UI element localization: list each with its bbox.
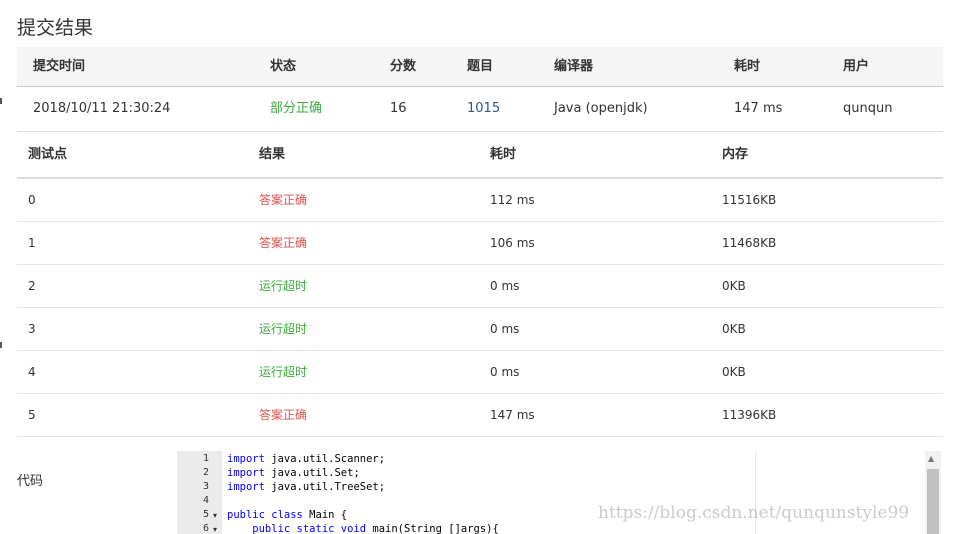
case-time: 0 ms — [490, 365, 520, 379]
case-id: 4 — [28, 365, 36, 379]
line-number: 5 — [202, 509, 209, 520]
table-row: 4 运行超时 0 ms 0KB — [17, 351, 943, 394]
case-time: 0 ms — [490, 322, 520, 336]
line-number: 4 — [202, 495, 209, 506]
case-memory: 0KB — [722, 322, 746, 336]
scroll-up-arrow-icon[interactable]: ▲ — [928, 454, 934, 463]
case-memory: 11396KB — [722, 408, 777, 422]
case-id: 3 — [28, 322, 36, 336]
problem-link[interactable]: 1015 — [467, 87, 500, 131]
code-line: public class Main { — [227, 509, 348, 521]
user-value: qunqun — [843, 101, 893, 116]
case-id: 0 — [28, 193, 36, 207]
case-memory: 0KB — [722, 365, 746, 379]
header-elapsed: 耗时 — [734, 59, 761, 74]
case-memory: 11468KB — [722, 236, 777, 250]
case-result: 运行超时 — [259, 322, 308, 336]
header-time: 耗时 — [490, 147, 517, 162]
line-number-gutter: 1 2 3 4 5 ▾ 6 ▾ — [177, 451, 222, 534]
table-row: 5 答案正确 147 ms 11396KB — [17, 394, 943, 437]
fold-arrow-icon[interactable]: ▾ — [213, 511, 217, 520]
code-line: import java.util.TreeSet; — [227, 481, 386, 493]
code-line: import java.util.Scanner; — [227, 453, 386, 465]
case-result: 答案正确 — [259, 193, 308, 207]
watermark-text: https://blog.csdn.net/qunqunstyle99 — [598, 503, 910, 523]
header-memory: 内存 — [722, 147, 749, 162]
left-edge-mark — [0, 98, 2, 104]
compiler-value: Java (openjdk) — [554, 101, 648, 116]
case-id: 5 — [28, 408, 36, 422]
table-row: 0 答案正确 112 ms 11516KB — [17, 179, 943, 222]
case-result: 运行超时 — [259, 279, 308, 293]
scroll-thumb[interactable] — [927, 469, 939, 534]
case-time: 0 ms — [490, 279, 520, 293]
elapsed-value: 147 ms — [734, 101, 783, 116]
case-result: 答案正确 — [259, 236, 308, 250]
submit-time: 2018/10/11 21:30:24 — [33, 101, 171, 116]
header-submit-time: 提交时间 — [33, 59, 86, 74]
line-number: 1 — [202, 453, 209, 464]
submission-summary-table: 提交时间 状态 分数 题目 编译器 耗时 用户 2018/10/11 21:30… — [17, 47, 943, 132]
table-row: 1 答案正确 106 ms 11468KB — [17, 222, 943, 265]
header-status: 状态 — [270, 59, 297, 74]
case-result: 运行超时 — [259, 365, 308, 379]
summary-row: 2018/10/11 21:30:24 部分正确 16 1015 Java (o… — [17, 87, 943, 131]
case-header-row: 测试点 结果 耗时 内存 — [17, 133, 943, 179]
header-problem: 题目 — [467, 59, 494, 74]
case-memory: 11516KB — [722, 193, 777, 207]
case-time: 106 ms — [490, 236, 535, 250]
header-result: 结果 — [259, 147, 286, 162]
header-score: 分数 — [390, 59, 417, 74]
status-partial: 部分正确 — [270, 101, 323, 116]
case-time: 147 ms — [490, 408, 535, 422]
case-id: 1 — [28, 236, 36, 250]
summary-header-row: 提交时间 状态 分数 题目 编译器 耗时 用户 — [17, 47, 943, 87]
page-title: 提交结果 — [17, 17, 94, 39]
case-memory: 0KB — [722, 279, 746, 293]
line-number: 2 — [202, 467, 209, 478]
code-line: import java.util.Set; — [227, 467, 360, 479]
fold-arrow-icon[interactable]: ▾ — [213, 525, 217, 534]
case-result: 答案正确 — [259, 408, 308, 422]
header-case: 测试点 — [28, 147, 68, 162]
header-compiler: 编译器 — [554, 59, 594, 74]
case-id: 2 — [28, 279, 36, 293]
line-number: 3 — [202, 481, 209, 492]
score-value: 16 — [390, 101, 407, 116]
table-row: 2 运行超时 0 ms 0KB — [17, 265, 943, 308]
code-line: public static void main(String []args){ — [227, 523, 499, 534]
code-label: 代码 — [17, 474, 44, 489]
left-edge-mark — [0, 342, 2, 348]
editor-scrollbar[interactable]: ▲ — [925, 451, 941, 534]
header-user: 用户 — [843, 59, 870, 74]
test-case-table: 测试点 结果 耗时 内存 0 答案正确 112 ms 11516KB 1 答案正… — [17, 133, 943, 437]
case-time: 112 ms — [490, 193, 535, 207]
table-row: 3 运行超时 0 ms 0KB — [17, 308, 943, 351]
line-number: 6 — [202, 523, 209, 534]
